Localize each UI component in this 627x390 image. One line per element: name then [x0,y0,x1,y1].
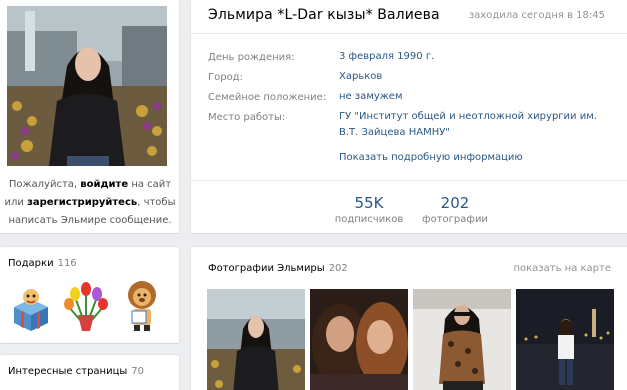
last-seen-status: заходила сегодня в 18:45 [468,10,605,21]
gift-box-icon[interactable] [6,277,56,333]
photos-header[interactable]: Фотографии Эльмиры 202 [208,263,348,274]
profile-avatar[interactable] [7,6,167,166]
interesting-pages-header[interactable]: Интересные страницы 70 [8,366,144,377]
login-link[interactable]: войдите [80,179,128,190]
birthday-value[interactable]: 3 февраля 1990 г. [339,49,619,65]
photos-title-count: 202 [328,263,348,274]
interesting-pages-title: Интересные страницы [8,366,128,377]
followers-counter[interactable]: 55K подписчиков [324,194,414,225]
photos-title: Фотографии Эльмиры [208,263,325,274]
followers-label: подписчиков [334,214,404,225]
photo-thumbnail[interactable] [310,289,408,390]
divider [191,33,627,34]
photos-count: 202 [440,194,470,212]
login-prompt-text: Пожалуйста, [8,179,81,190]
profile-info-card: Эльмира *L-Dar кызы* Валиева заходила се… [191,0,627,233]
followers-count: 55K [354,194,384,212]
photo-thumbnail[interactable] [207,289,305,390]
show-on-map-link[interactable]: показать на карте [513,263,611,274]
register-link[interactable]: зарегистрируйтесь [27,197,137,208]
relationship-value[interactable]: не замужем [339,89,619,105]
workplace-label: Место работы: [208,112,286,123]
profile-avatar-card: Пожалуйста, войдите на сайт или зарегист… [0,0,179,233]
profile-name: Эльмира *L-Dar кызы* Валиева [208,7,440,23]
photo-thumbnail[interactable] [413,289,511,390]
gifts-card: Подарки 116 [0,247,179,343]
birthday-label: День рождения: [208,52,295,63]
photo-thumbnail[interactable] [516,289,614,390]
city-label: Город: [208,72,243,83]
workplace-value[interactable]: ГУ "Институт общей и неотложной хирургии… [339,109,619,141]
photos-counter[interactable]: 202 фотографии [410,194,500,225]
gifts-title: Подарки [8,258,54,269]
divider [191,180,627,181]
photos-label: фотографии [422,214,488,225]
tulip-bouquet-icon[interactable] [61,277,111,333]
lion-mascot-icon[interactable] [118,277,168,333]
city-value[interactable]: Харьков [339,69,619,85]
login-prompt: Пожалуйста, войдите на сайт или зарегист… [4,176,176,230]
relationship-label: Семейное положение: [208,92,327,103]
interesting-pages-card: Интересные страницы 70 [0,355,179,390]
gifts-header[interactable]: Подарки 116 [8,258,77,269]
show-more-info-link[interactable]: Показать подробную информацию [339,152,523,163]
photos-card: Фотографии Эльмиры 202 показать на карте [191,247,627,390]
interesting-pages-count: 70 [131,366,145,377]
gifts-count: 116 [57,258,77,269]
